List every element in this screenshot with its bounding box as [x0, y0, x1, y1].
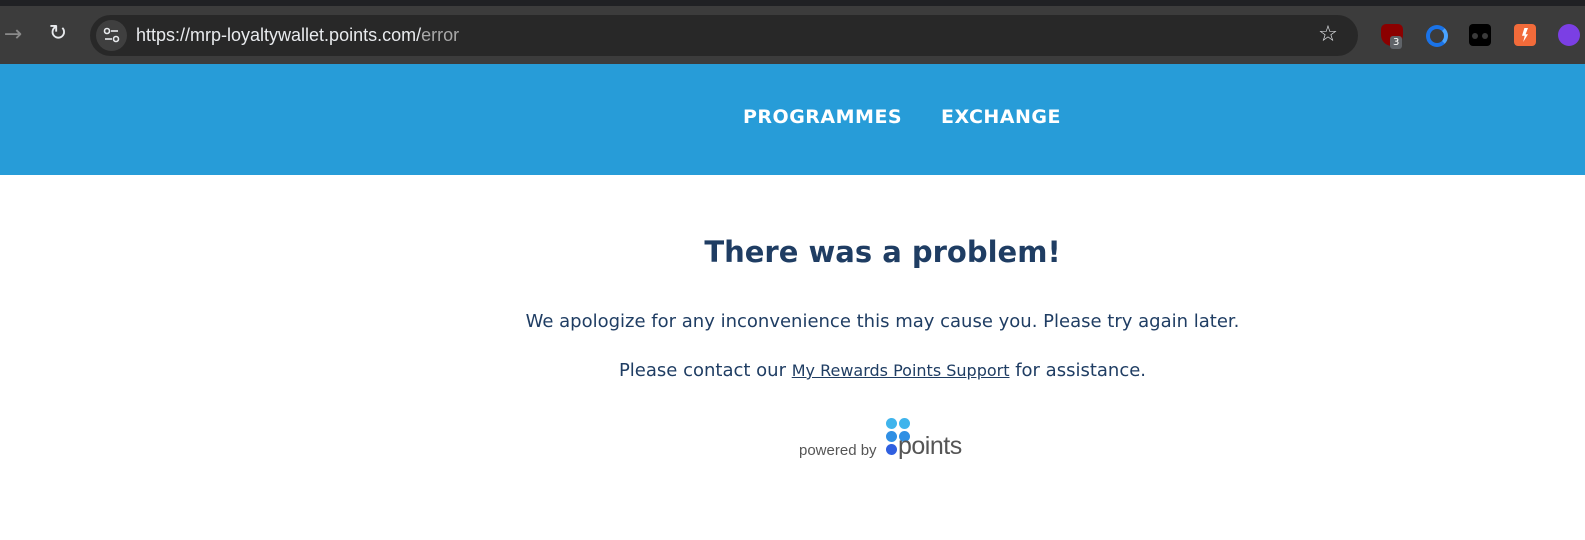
error-title: There was a problem!	[704, 235, 1061, 269]
points-brand-text: points	[898, 432, 962, 460]
powered-by-text: powered by	[799, 442, 877, 459]
error-content: There was a problem! We apologize for an…	[0, 175, 1585, 540]
points-logo-icon: points	[886, 418, 966, 464]
black-extension-icon[interactable]	[1469, 24, 1491, 46]
nav-programmes-link[interactable]: PROGRAMMES	[743, 106, 902, 128]
site-header: PROGRAMMES EXCHANGE	[0, 64, 1585, 175]
forward-arrow-icon[interactable]: →	[0, 22, 26, 48]
blue-circle-extension-icon[interactable]	[1425, 24, 1448, 47]
powered-by-points[interactable]: powered by points	[799, 418, 969, 464]
url-text[interactable]: https://mrp-loyaltywallet.points.com/err…	[136, 25, 459, 46]
bookmark-star-icon[interactable]: ☆	[1314, 21, 1342, 49]
contact-prefix: Please contact our	[618, 360, 792, 381]
support-link[interactable]: My Rewards Points Support	[792, 361, 1010, 380]
contact-message: Please contact our My Rewards Points Sup…	[0, 360, 1585, 381]
address-bar[interactable]: https://mrp-loyaltywallet.points.com/err…	[90, 15, 1358, 56]
ublock-icon[interactable]: 3	[1381, 24, 1403, 49]
site-info-icon[interactable]	[96, 20, 127, 51]
tab-strip	[0, 0, 1585, 6]
error-message: We apologize for any inconvenience this …	[525, 311, 1240, 332]
orange-extension-icon[interactable]	[1514, 24, 1536, 46]
reload-icon[interactable]: ↻	[44, 20, 72, 48]
contact-suffix: for assistance.	[1009, 360, 1147, 381]
url-path: error	[421, 25, 460, 45]
url-host: https://mrp-loyaltywallet.points.com/	[136, 25, 422, 45]
nav-exchange-link[interactable]: EXCHANGE	[941, 106, 1061, 128]
purple-extension-icon[interactable]	[1558, 24, 1580, 46]
browser-toolbar: → ↻ https://mrp-loyaltywallet.points.com…	[0, 0, 1585, 64]
extension-badge: 3	[1390, 36, 1403, 49]
